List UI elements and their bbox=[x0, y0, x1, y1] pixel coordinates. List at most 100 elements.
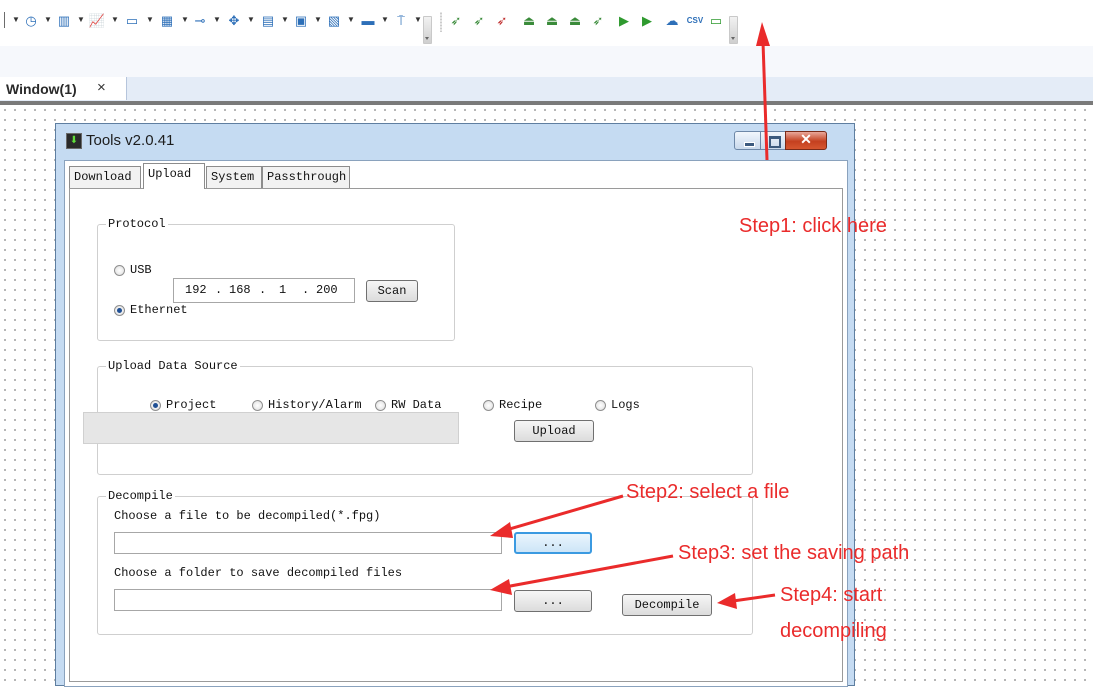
radio-indicator bbox=[252, 399, 263, 411]
trend-chart-icon[interactable]: 📈 bbox=[88, 12, 106, 30]
maximize-button[interactable] bbox=[760, 131, 786, 150]
save-folder-input[interactable] bbox=[114, 589, 502, 611]
tab-system[interactable]: System bbox=[206, 166, 262, 188]
document-tab-bar: Window(1) × bbox=[0, 77, 1093, 102]
ip-dot: . bbox=[215, 283, 223, 297]
toolbar-overflow-grip[interactable] bbox=[423, 16, 432, 44]
gradient-icon[interactable]: ▧ bbox=[325, 12, 343, 30]
upload-device-icon[interactable]: ⏏ bbox=[520, 12, 538, 30]
run-icon[interactable]: ▶ bbox=[615, 12, 633, 30]
radio-indicator bbox=[114, 304, 125, 316]
dropdown-arrow-icon[interactable]: ▼ bbox=[44, 15, 52, 24]
upload-button[interactable]: Upload bbox=[514, 420, 594, 442]
dropdown-arrow-icon[interactable]: ▼ bbox=[77, 15, 85, 24]
radio-indicator bbox=[150, 399, 161, 411]
dropdown-arrow-icon[interactable]: ▼ bbox=[381, 15, 389, 24]
source-option-label: RW Data bbox=[391, 398, 442, 412]
upload-tab-panel: Protocol USB Ethernet 192 . 168 . 1 . 20… bbox=[69, 188, 843, 682]
source-option-label: Recipe bbox=[499, 398, 543, 412]
note-icon[interactable]: ▣ bbox=[292, 12, 310, 30]
ip-octet-3[interactable]: 1 bbox=[279, 283, 286, 297]
source-option-label: Project bbox=[166, 398, 217, 412]
source-recipe-radio[interactable]: Recipe bbox=[483, 398, 542, 412]
step4-annotation-line1: Step4: start bbox=[780, 584, 883, 606]
step1-annotation: Step1: click here bbox=[739, 215, 887, 237]
dropdown-arrow-icon[interactable]: ▼ bbox=[414, 15, 422, 24]
download-alt-icon[interactable]: ➶ bbox=[470, 12, 488, 30]
decompile-file-input[interactable] bbox=[114, 532, 502, 554]
tab-download[interactable]: Download bbox=[69, 166, 141, 188]
dropdown-arrow-icon[interactable]: ▼ bbox=[347, 15, 355, 24]
move-icon[interactable]: ✥ bbox=[225, 12, 243, 30]
battery-icon[interactable]: ▭ bbox=[707, 12, 725, 30]
tools-dialog: ⬇ Tools v2.0.41 ✕ Download Upload System… bbox=[55, 123, 855, 687]
bar-icon[interactable]: ▬ bbox=[359, 12, 377, 30]
toolbar-strip bbox=[0, 46, 1093, 78]
main-toolbar: ▼ ◷ ▼ ▥ ▼ 📈 ▼ ▭ ▼ ▦ ▼ ⊸ ▼ ✥ ▼ ▤ ▼ ▣ ▼ ▧ … bbox=[0, 0, 1093, 46]
dropdown-arrow-icon[interactable]: ▼ bbox=[12, 15, 20, 24]
toolbar-overflow-grip[interactable] bbox=[729, 16, 738, 44]
close-button[interactable]: ✕ bbox=[785, 131, 827, 150]
csv-icon[interactable]: CSV bbox=[686, 12, 704, 30]
ip-dot: . bbox=[259, 283, 267, 297]
decompile-button[interactable]: Decompile bbox=[622, 594, 712, 616]
upload-alt2-icon[interactable]: ⏏ bbox=[566, 12, 584, 30]
dialog-client-area: Download Upload System Passthrough Proto… bbox=[64, 160, 848, 687]
radio-indicator bbox=[114, 264, 125, 276]
title-bar[interactable]: ⬇ Tools v2.0.41 ✕ bbox=[56, 124, 854, 160]
tab-upload[interactable]: Upload bbox=[143, 163, 205, 189]
cloud-icon[interactable]: ☁ bbox=[663, 12, 681, 30]
tree-icon[interactable]: ⍑ bbox=[392, 12, 410, 30]
dropdown-arrow-icon[interactable]: ▼ bbox=[314, 15, 322, 24]
radio-indicator bbox=[483, 399, 494, 411]
pipe-icon[interactable]: ▤ bbox=[259, 12, 277, 30]
meter-icon[interactable]: ▥ bbox=[55, 12, 73, 30]
radio-indicator bbox=[595, 399, 606, 411]
close-icon[interactable]: × bbox=[97, 79, 106, 96]
minimize-button[interactable] bbox=[734, 131, 761, 150]
download-icon[interactable]: ➶ bbox=[447, 12, 465, 30]
dropdown-arrow-icon[interactable]: ▼ bbox=[146, 15, 154, 24]
choose-folder-label: Choose a folder to save decompiled files bbox=[114, 566, 403, 580]
dropdown-arrow-icon[interactable]: ▼ bbox=[111, 15, 119, 24]
numeric-display-icon[interactable]: ▭ bbox=[123, 12, 141, 30]
source-option-label: Logs bbox=[611, 398, 640, 412]
ip-octet-1[interactable]: 192 bbox=[185, 283, 207, 297]
protocol-group-title: Protocol bbox=[106, 217, 168, 231]
document-tab[interactable]: Window(1) × bbox=[0, 77, 127, 100]
browse-file-button[interactable]: ... bbox=[514, 532, 592, 554]
tab-passthrough[interactable]: Passthrough bbox=[262, 166, 350, 188]
window-title: Tools v2.0.41 bbox=[86, 132, 175, 149]
toolbar-separator bbox=[4, 12, 5, 28]
slider-icon[interactable]: ⊸ bbox=[191, 12, 209, 30]
dropdown-arrow-icon[interactable]: ▼ bbox=[213, 15, 221, 24]
ip-octet-2[interactable]: 168 bbox=[229, 283, 251, 297]
dropdown-arrow-icon[interactable]: ▼ bbox=[281, 15, 289, 24]
upload-alt-icon[interactable]: ⏏ bbox=[543, 12, 561, 30]
toolbar-handle bbox=[440, 12, 442, 32]
ethernet-radio[interactable]: Ethernet bbox=[114, 303, 188, 317]
source-option-label: History/Alarm bbox=[268, 398, 362, 412]
document-tab-label: Window(1) bbox=[6, 81, 77, 97]
download-cancel-icon[interactable]: ➶ bbox=[493, 12, 511, 30]
choose-file-label: Choose a file to be decompiled(*.fpg) bbox=[114, 509, 381, 523]
ip-address-input[interactable]: 192 . 168 . 1 . 200 bbox=[173, 278, 355, 303]
run-alt-icon[interactable]: ▶ bbox=[638, 12, 656, 30]
source-logs-radio[interactable]: Logs bbox=[595, 398, 640, 412]
dropdown-arrow-icon[interactable]: ▼ bbox=[247, 15, 255, 24]
source-rw-data-radio[interactable]: RW Data bbox=[375, 398, 441, 412]
source-history-alarm-radio[interactable]: History/Alarm bbox=[252, 398, 362, 412]
ethernet-radio-label: Ethernet bbox=[130, 303, 188, 317]
step2-annotation: Step2: select a file bbox=[626, 481, 790, 503]
decompile-icon[interactable]: ➶ bbox=[589, 12, 607, 30]
source-project-radio[interactable]: Project bbox=[150, 398, 216, 412]
usb-radio[interactable]: USB bbox=[114, 263, 152, 277]
table-icon[interactable]: ▦ bbox=[158, 12, 176, 30]
scan-button[interactable]: Scan bbox=[366, 280, 418, 302]
ip-dot: . bbox=[302, 283, 310, 297]
dropdown-arrow-icon[interactable]: ▼ bbox=[181, 15, 189, 24]
ip-octet-4[interactable]: 200 bbox=[316, 283, 338, 297]
browse-folder-button[interactable]: ... bbox=[514, 590, 592, 612]
radio-indicator bbox=[375, 399, 386, 411]
clock-icon[interactable]: ◷ bbox=[22, 12, 40, 30]
